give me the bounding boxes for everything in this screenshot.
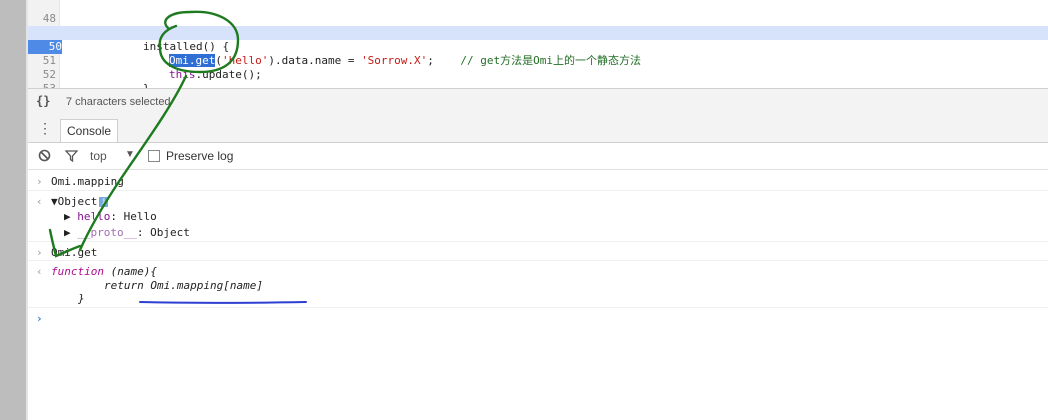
object-label[interactable]: Object [58,195,98,208]
collapse-arrow-icon[interactable]: ▶ [64,226,71,239]
console-input-text[interactable]: Omi.get [51,246,97,259]
selection-status: 7 characters selected [66,96,171,108]
property-value: Hello [123,210,157,223]
source-editor[interactable]: 48 49 installed() { 50 Omi.get('hello').… [28,0,1048,95]
devtools-panel: 48 49 installed() { 50 Omi.get('hello').… [28,0,1048,420]
console-messages[interactable]: › Omi.mapping ‹ ▼Object i ▶ hello: Hello … [28,170,1048,420]
output-chevron-icon: ‹ [36,195,43,208]
colon: : [136,226,151,239]
console-prompt-icon[interactable]: › [36,312,43,325]
function-body: return Omi.mapping[name] [104,279,263,292]
info-icon[interactable]: i [99,197,109,207]
function-close: } [78,292,85,305]
property-key: hello [77,210,111,223]
more-vertical-icon[interactable]: ⋮ [38,120,52,136]
braces-icon[interactable]: {} [36,94,50,108]
editor-status-bar: {} 7 characters selected [28,88,1048,117]
code-line-51[interactable]: 51 this.update(); [28,40,1048,81]
colon: : [110,210,124,223]
context-selector[interactable]: top [90,149,107,163]
collapse-arrow-icon[interactable]: ▶ [64,210,71,223]
input-chevron-icon: › [36,175,43,188]
expand-arrow-icon[interactable]: ▼ [51,195,58,208]
code-line-49[interactable]: 49 installed() { [28,12,1048,53]
input-chevron-icon: › [36,246,43,259]
function-signature[interactable]: function (name){ [51,265,157,278]
clear-console-icon[interactable] [38,149,51,165]
preserve-log-checkbox[interactable] [148,150,160,162]
function-params: (name){ [103,265,157,278]
preserve-log-label[interactable]: Preserve log [166,149,233,163]
property-value: Object [150,226,190,239]
object-property-row[interactable]: ▶ __proto__: Object [64,226,190,239]
code-line-52[interactable]: 52 } [28,54,1048,95]
drawer-tab-bar: ⋮ Console [28,116,1048,143]
left-side-strip [0,0,26,420]
console-prompt-row[interactable]: › [28,310,1048,330]
filter-icon[interactable] [64,150,79,165]
console-input-row[interactable]: › Omi.mapping [28,170,1048,191]
console-input-row[interactable]: › Omi.get [28,242,1048,261]
object-property-row[interactable]: ▶ hello: Hello [64,210,157,223]
console-toolbar: top ▼ Preserve log [28,143,1048,170]
chevron-down-icon[interactable]: ▼ [125,149,135,160]
function-keyword: function [51,265,104,278]
output-chevron-icon: ‹ [36,265,43,278]
console-input-text[interactable]: Omi.mapping [51,175,124,188]
tab-console[interactable]: Console [60,119,119,142]
object-expander[interactable]: ▼Object i [51,195,109,208]
property-key: __proto__ [77,226,137,239]
code-line-50[interactable]: 50 Omi.get('hello').data.name = 'Sorrow.… [28,26,1048,67]
code-line-48[interactable]: 48 [28,0,1048,25]
console-output-row[interactable]: ‹ ▼Object i ▶ hello: Hello ▶ __proto__: O… [28,191,1048,242]
code-line-53[interactable]: 53 [28,68,1048,95]
console-output-row[interactable]: ‹ function (name){ return Omi.mapping[na… [28,261,1048,308]
